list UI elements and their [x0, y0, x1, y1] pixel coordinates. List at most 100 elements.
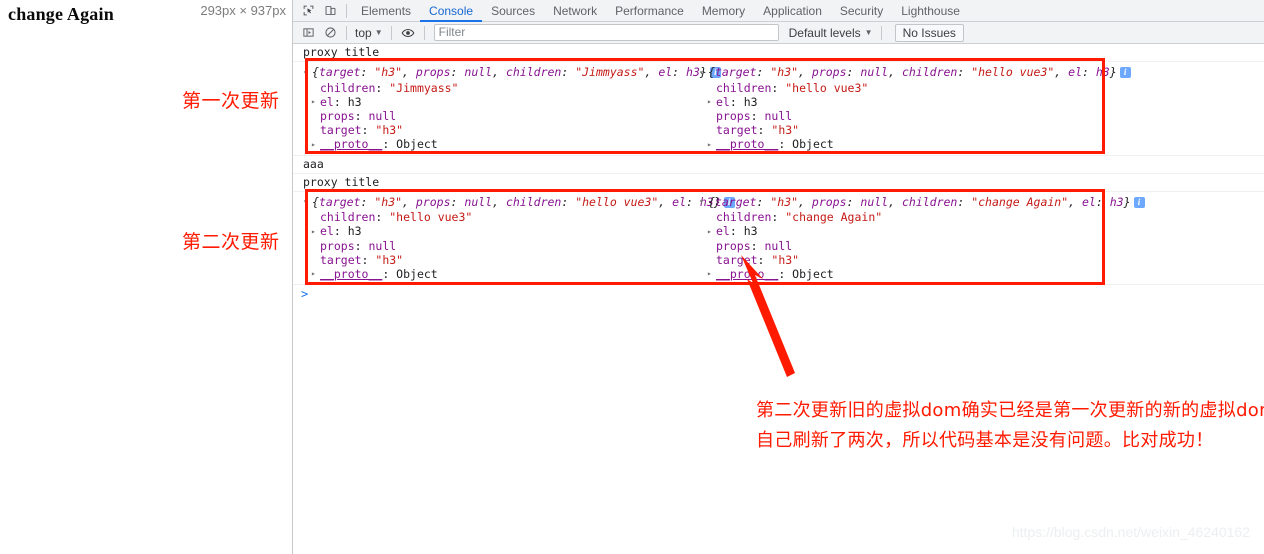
disclosure-triangle[interactable] — [699, 194, 708, 210]
object-property[interactable]: __proto__: Object — [699, 267, 1095, 282]
property-key: el — [320, 94, 334, 109]
property-value: "hello vue3" — [785, 80, 869, 95]
property-key: target — [320, 123, 362, 137]
disclosure-triangle[interactable] — [707, 225, 716, 239]
annotation-first-update: 第一次更新 — [182, 90, 280, 112]
property-value: h3 — [743, 94, 758, 109]
console-object-row[interactable]: {target: "h3", props: null, children: "J… — [293, 62, 1264, 156]
console-log-row[interactable]: aaa — [293, 156, 1264, 174]
tab-memory[interactable]: Memory — [693, 0, 754, 22]
object-property[interactable]: props: null — [303, 109, 699, 123]
console-object-right[interactable]: {target: "h3", props: null, children: "c… — [699, 194, 1145, 282]
object-property[interactable]: target: "h3" — [699, 253, 1095, 267]
viewport-size-badge: 293px × 937px — [200, 3, 286, 18]
tab-console[interactable]: Console — [420, 0, 483, 22]
disclosure-triangle[interactable] — [303, 65, 312, 81]
object-preview[interactable]: {target: "h3", props: null, children: "J… — [303, 64, 721, 81]
tab-security[interactable]: Security — [831, 0, 892, 22]
live-expression-eye-icon[interactable] — [398, 24, 418, 42]
execution-context-selector[interactable]: top ▼ — [352, 26, 386, 40]
device-toolbar-icon[interactable] — [320, 2, 340, 20]
property-key: props — [716, 238, 751, 253]
property-value: null — [368, 109, 397, 123]
object-property[interactable]: __proto__: Object — [699, 137, 1095, 152]
console-log-row[interactable]: proxy title — [293, 174, 1264, 192]
disclosure-triangle[interactable] — [311, 95, 320, 109]
console-sidebar-icon[interactable] — [298, 24, 318, 42]
tab-application[interactable]: Application — [754, 0, 831, 22]
log-levels-selector[interactable]: Default levels ▼ — [789, 26, 873, 40]
property-value: null — [368, 238, 397, 253]
console-object-left[interactable]: {target: "h3", props: null, children: "h… — [303, 194, 735, 282]
disclosure-triangle[interactable] — [311, 225, 320, 239]
object-property[interactable]: el: h3 — [699, 95, 1095, 110]
log-levels-label: Default levels — [788, 25, 861, 40]
property-value: h3 — [743, 224, 758, 238]
disclosure-triangle[interactable] — [311, 138, 320, 152]
object-preview[interactable]: {target: "h3", props: null, children: "h… — [303, 194, 735, 211]
property-key: target — [320, 252, 362, 267]
object-property[interactable]: el: h3 — [699, 224, 1095, 239]
property-key: el — [716, 224, 730, 238]
execution-context-label: top — [355, 25, 372, 40]
console-object-row[interactable]: {target: "h3", props: null, children: "h… — [293, 192, 1264, 285]
tab-sources[interactable]: Sources — [482, 0, 544, 22]
tab-elements[interactable]: Elements — [352, 0, 420, 22]
property-value: Object — [396, 137, 438, 151]
object-preview[interactable]: {target: "h3", props: null, children: "h… — [699, 64, 1131, 81]
console-object-left[interactable]: {target: "h3", props: null, children: "J… — [303, 64, 721, 152]
property-key: el — [716, 94, 730, 109]
console-prompt-caret: > — [301, 287, 309, 301]
object-property[interactable]: children: "hello vue3" — [699, 81, 1095, 95]
toolbar-divider — [346, 3, 347, 18]
object-property[interactable]: props: null — [303, 239, 699, 253]
watermark: https://blog.csdn.net/weixin_46240162 — [1011, 524, 1250, 540]
disclosure-triangle[interactable] — [707, 267, 716, 281]
object-property[interactable]: __proto__: Object — [303, 267, 699, 282]
console-object-right[interactable]: {target: "h3", props: null, children: "h… — [699, 64, 1131, 152]
object-property[interactable]: children: "Jimmyass" — [303, 81, 699, 95]
property-key: __proto__ — [716, 137, 779, 151]
object-property[interactable]: target: "h3" — [699, 123, 1095, 137]
tab-network[interactable]: Network — [544, 0, 606, 22]
property-value: "h3" — [375, 123, 404, 137]
browser-page-pane: change Again 293px × 937px 第一次更新 第二次更新 — [0, 0, 293, 554]
disclosure-triangle[interactable] — [707, 138, 716, 152]
object-preview[interactable]: {target: "h3", props: null, children: "c… — [699, 194, 1145, 211]
property-value: "h3" — [771, 123, 800, 137]
inspect-element-icon[interactable] — [298, 2, 318, 20]
devtools-tabs-bar: Elements Console Sources Network Perform… — [293, 0, 1264, 22]
property-key: children — [716, 80, 772, 95]
filterbar-divider-1 — [346, 25, 347, 40]
object-property[interactable]: children: "hello vue3" — [303, 210, 699, 224]
object-property[interactable]: target: "h3" — [303, 253, 699, 267]
console-log-row[interactable]: proxy title — [293, 44, 1264, 62]
property-value: null — [764, 109, 793, 123]
property-value: "Jimmyass" — [389, 80, 459, 95]
disclosure-triangle[interactable] — [699, 65, 708, 81]
no-issues-button[interactable]: No Issues — [894, 23, 964, 42]
filterbar-divider-3 — [423, 25, 425, 40]
property-value: h3 — [347, 224, 362, 238]
object-property[interactable]: children: "change Again" — [699, 210, 1095, 224]
console-filter-input[interactable]: Filter — [433, 24, 779, 41]
object-property[interactable]: props: null — [699, 239, 1095, 253]
disclosure-triangle[interactable] — [303, 194, 312, 210]
object-property[interactable]: el: h3 — [303, 224, 699, 239]
property-key: props — [320, 109, 355, 123]
object-property[interactable]: __proto__: Object — [303, 137, 699, 152]
info-badge-icon[interactable]: i — [1133, 196, 1145, 208]
disclosure-triangle[interactable] — [311, 267, 320, 281]
clear-console-icon[interactable] — [320, 24, 340, 42]
object-property[interactable]: el: h3 — [303, 95, 699, 110]
console-prompt[interactable]: > — [293, 285, 1264, 304]
tab-performance[interactable]: Performance — [606, 0, 693, 22]
tab-lighthouse[interactable]: Lighthouse — [892, 0, 969, 22]
console-message-area[interactable]: proxy title {target: "h3", props: null, c… — [293, 44, 1264, 554]
chevron-down-icon: ▼ — [374, 28, 383, 37]
info-badge-icon[interactable]: i — [1119, 67, 1131, 78]
disclosure-triangle[interactable] — [707, 95, 716, 109]
object-property[interactable]: props: null — [699, 109, 1095, 123]
annotation-bottom-line-2: 自己刷新了两次，所以代码基本是没有问题。比对成功！ — [756, 430, 1214, 451]
object-property[interactable]: target: "h3" — [303, 123, 699, 137]
